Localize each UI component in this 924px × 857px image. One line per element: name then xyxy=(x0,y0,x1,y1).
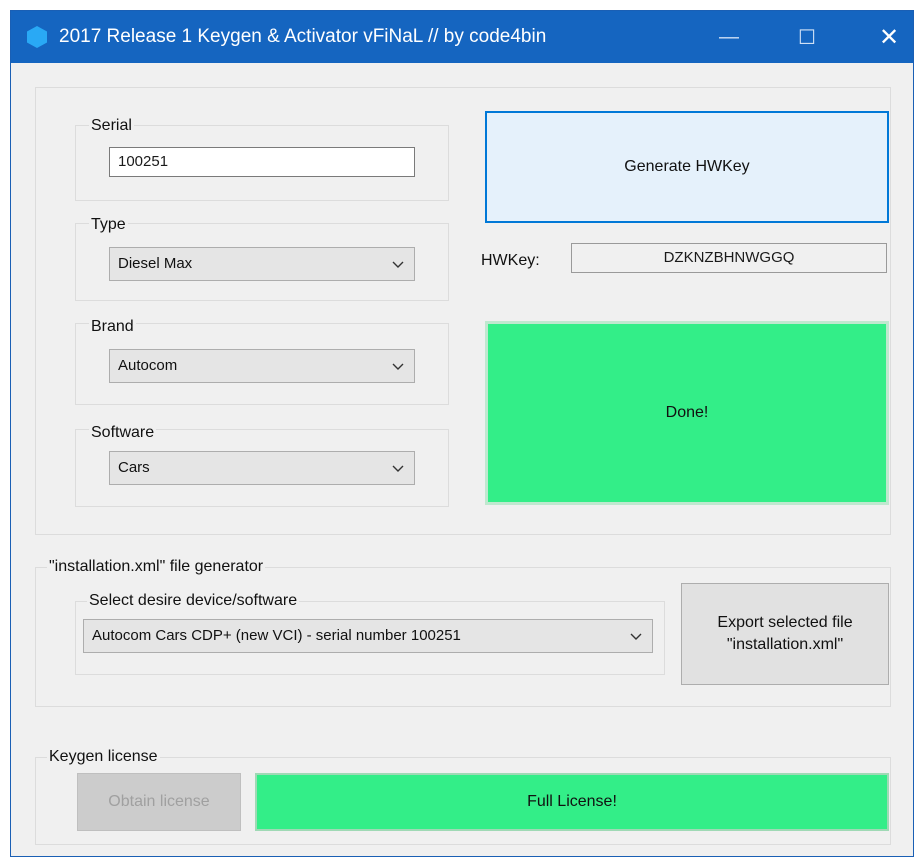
license-status: Full License! xyxy=(255,773,889,831)
type-select[interactable]: Diesel Max xyxy=(109,247,415,281)
device-select-value: Autocom Cars CDP+ (new VCI) - serial num… xyxy=(92,627,461,644)
serial-input[interactable]: 100251 xyxy=(109,147,415,177)
brand-select-value: Autocom xyxy=(118,357,178,374)
chevron-down-icon xyxy=(392,261,404,268)
license-section-title: Keygen license xyxy=(47,747,160,767)
device-select[interactable]: Autocom Cars CDP+ (new VCI) - serial num… xyxy=(83,619,653,653)
hwkey-label: HWKey: xyxy=(481,252,540,269)
type-label: Type xyxy=(89,215,128,235)
window-title: 2017 Release 1 Keygen & Activator vFiNaL… xyxy=(59,26,547,47)
hexagon-icon xyxy=(27,26,47,48)
generate-status: Done! xyxy=(485,321,889,505)
device-select-label: Select desire device/software xyxy=(87,591,300,611)
keygen-window: 2017 Release 1 Keygen & Activator vFiNaL… xyxy=(10,10,914,857)
installation-section-title: "installation.xml" file generator xyxy=(47,557,266,577)
brand-label: Brand xyxy=(89,317,136,337)
close-button[interactable]: ✕ xyxy=(857,11,921,63)
export-file-button[interactable]: Export selected file "installation.xml" xyxy=(681,583,889,685)
chevron-down-icon xyxy=(630,633,642,640)
obtain-license-button[interactable]: Obtain license xyxy=(77,773,241,831)
export-button-line2: "installation.xml" xyxy=(726,636,844,653)
maximize-button[interactable]: ☐ xyxy=(775,11,839,63)
export-button-line1: Export selected file xyxy=(717,614,853,631)
serial-label: Serial xyxy=(89,116,134,136)
software-select-value: Cars xyxy=(118,459,150,476)
software-select[interactable]: Cars xyxy=(109,451,415,485)
hwkey-field[interactable]: DZKNZBHNWGGQ xyxy=(571,243,887,273)
title-bar[interactable]: 2017 Release 1 Keygen & Activator vFiNaL… xyxy=(11,11,913,63)
minimize-button[interactable]: — xyxy=(697,11,761,63)
software-label: Software xyxy=(89,423,157,443)
chevron-down-icon xyxy=(392,363,404,370)
brand-select[interactable]: Autocom xyxy=(109,349,415,383)
chevron-down-icon xyxy=(392,465,404,472)
generate-hwkey-button[interactable]: Generate HWKey xyxy=(485,111,889,223)
type-select-value: Diesel Max xyxy=(118,255,193,272)
